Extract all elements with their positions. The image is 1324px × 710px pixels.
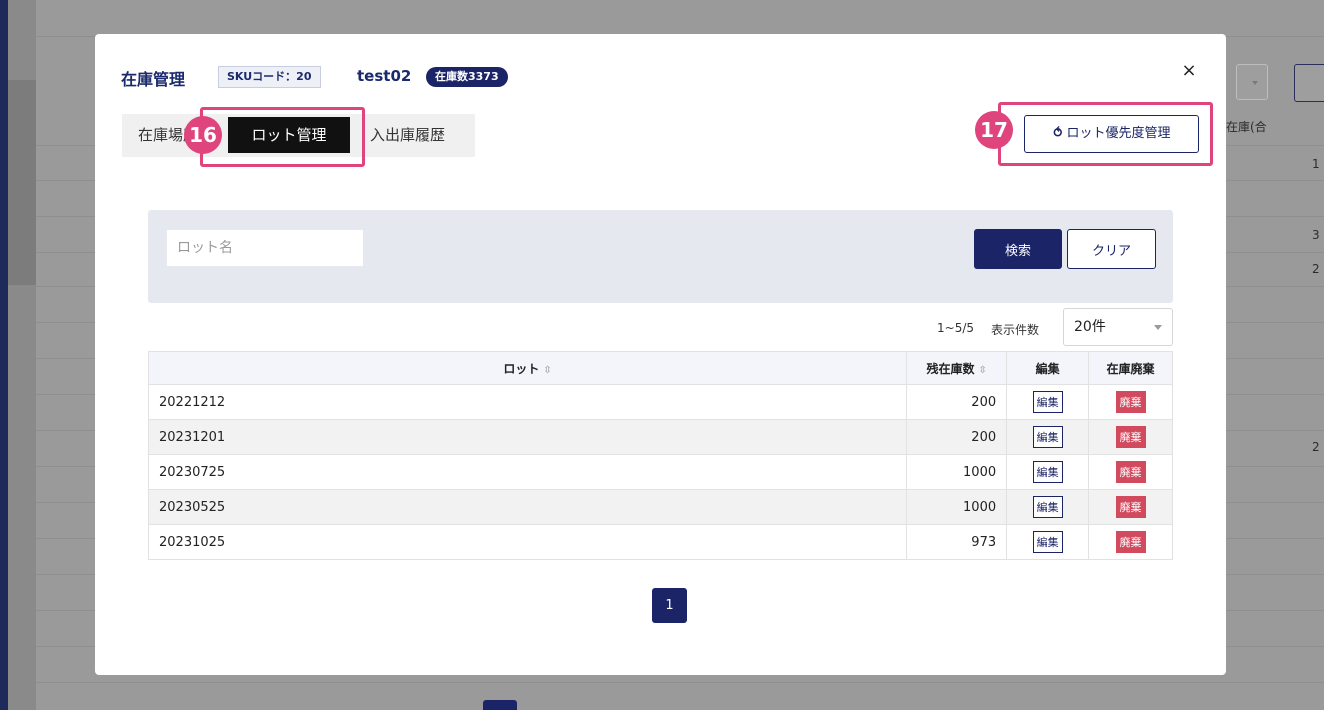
table-row: 20231201 200 編集 廃棄 (147, 419, 1173, 455)
result-range: 1~5/5 (937, 321, 975, 335)
inventory-modal: 在庫管理 SKUコード：20 test02 在庫数3373 × 在庫場所管理 ロ… (95, 34, 1226, 675)
cell-lot: 20230725 (147, 454, 908, 490)
search-panel: 検索 クリア (148, 210, 1173, 303)
cell-edit: 編集 (1006, 489, 1090, 525)
stock-count-badge: 在庫数3373 (426, 67, 508, 87)
sku-code-tag: SKUコード：20 (218, 66, 321, 88)
sort-icon: ⇳ (543, 364, 552, 376)
cell-dispose: 廃棄 (1088, 454, 1173, 490)
dispose-button[interactable]: 廃棄 (1115, 391, 1146, 413)
table-header-row: ロット ⇳ 残在庫数 ⇳ 編集 在庫廃棄 (147, 351, 1173, 385)
edit-button[interactable]: 編集 (1032, 426, 1063, 448)
edit-button[interactable]: 編集 (1032, 496, 1063, 518)
cell-lot: 20231025 (147, 524, 908, 560)
header-lot-label: ロット (503, 361, 540, 376)
cell-dispose: 廃棄 (1088, 384, 1173, 420)
header-dispose: 在庫廃棄 (1088, 351, 1173, 385)
header-stock-label: 残在庫数 (926, 361, 975, 376)
cell-lot: 20231201 (147, 419, 908, 455)
cell-stock: 1000 (906, 489, 1008, 525)
cell-edit: 編集 (1006, 454, 1090, 490)
cell-lot: 20221212 (147, 384, 908, 420)
per-page-value: 20件 (1074, 319, 1106, 335)
cell-dispose: 廃棄 (1088, 524, 1173, 560)
background-column-header: 在庫(合 (1226, 120, 1267, 134)
edit-button[interactable]: 編集 (1032, 391, 1063, 413)
cell-dispose: 廃棄 (1088, 489, 1173, 525)
cell-stock: 973 (906, 524, 1008, 560)
callout-highlight-17 (998, 102, 1213, 166)
background-column-block (8, 80, 36, 285)
background-cell: 2 (1312, 262, 1320, 276)
tab-inout-history[interactable]: 入出庫履歴 (370, 114, 445, 157)
header-stock[interactable]: 残在庫数 ⇳ (906, 351, 1008, 385)
dispose-button[interactable]: 廃棄 (1115, 531, 1146, 553)
cell-edit: 編集 (1006, 524, 1090, 560)
callout-number-17: 17 (975, 111, 1013, 149)
table-row: 20221212 200 編集 廃棄 (147, 384, 1173, 420)
table-row: 20230725 1000 編集 廃棄 (147, 454, 1173, 490)
dispose-button[interactable]: 廃棄 (1115, 461, 1146, 483)
cell-stock: 200 (906, 384, 1008, 420)
lot-table: ロット ⇳ 残在庫数 ⇳ 編集 在庫廃棄 20221212 200 編集 廃棄 20… (147, 351, 1173, 560)
dispose-button[interactable]: 廃棄 (1115, 496, 1146, 518)
dispose-button[interactable]: 廃棄 (1115, 426, 1146, 448)
per-page-label: 表示件数 (991, 323, 1040, 337)
cell-stock: 1000 (906, 454, 1008, 490)
lot-name-input[interactable] (167, 230, 363, 266)
background-cell: 3 (1312, 228, 1320, 242)
background-cell: 2 (1312, 440, 1320, 454)
modal-title: 在庫管理 (121, 70, 186, 89)
sort-icon: ⇳ (978, 364, 987, 376)
table-row: 20231025 973 編集 廃棄 (147, 524, 1173, 560)
per-page-select[interactable]: 20件 (1063, 308, 1173, 346)
background-row-line (36, 682, 1324, 683)
callout-highlight-16 (200, 107, 365, 167)
edit-button[interactable]: 編集 (1032, 531, 1063, 553)
close-icon[interactable]: × (1178, 60, 1200, 82)
cell-dispose: 廃棄 (1088, 419, 1173, 455)
clear-button[interactable]: クリア (1067, 229, 1156, 269)
cell-edit: 編集 (1006, 384, 1090, 420)
page-button-1[interactable]: 1 (652, 588, 687, 623)
background-sidebar (0, 0, 8, 710)
table-row: 20230525 1000 編集 廃棄 (147, 489, 1173, 525)
cell-edit: 編集 (1006, 419, 1090, 455)
cell-lot: 20230525 (147, 489, 908, 525)
background-page-button (483, 700, 517, 710)
callout-number-16: 16 (184, 116, 222, 154)
edit-button[interactable]: 編集 (1032, 461, 1063, 483)
search-button[interactable]: 検索 (974, 229, 1062, 269)
header-lot[interactable]: ロット ⇳ (147, 351, 908, 385)
header-edit: 編集 (1006, 351, 1090, 385)
cell-stock: 200 (906, 419, 1008, 455)
background-button (1294, 64, 1324, 102)
background-cell: 1 (1312, 157, 1320, 171)
background-select (1236, 64, 1268, 100)
product-name: test02 (357, 67, 412, 85)
